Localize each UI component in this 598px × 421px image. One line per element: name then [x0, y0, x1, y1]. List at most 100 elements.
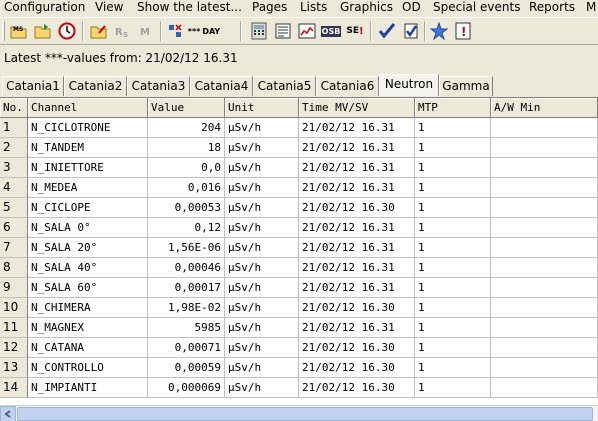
- row-number[interactable]: 7: [0, 238, 28, 258]
- dots-label: ***: [187, 26, 201, 36]
- mtp-cell: 1: [415, 358, 491, 378]
- table-row[interactable]: 4 N_MEDEA 0,016 µSv/h 21/02/12 16.31 1: [0, 178, 598, 198]
- tab-catania1[interactable]: Catania1: [2, 76, 64, 96]
- mtp-cell: 1: [415, 378, 491, 398]
- menu-special-events[interactable]: Special events: [433, 0, 520, 17]
- tab-catania4[interactable]: Catania4: [190, 76, 253, 96]
- menu-view[interactable]: View: [95, 0, 123, 17]
- table-row[interactable]: 5 N_CICLOPE 0,00053 µSv/h 21/02/12 16.30 1: [0, 198, 598, 218]
- tab-gamma[interactable]: Gamma: [439, 76, 493, 96]
- value-cell: 204: [148, 118, 225, 138]
- row-number[interactable]: 5: [0, 198, 28, 218]
- folder-edit-icon[interactable]: [88, 20, 110, 42]
- row-number[interactable]: 12: [0, 338, 28, 358]
- row-number[interactable]: 3: [0, 158, 28, 178]
- se-label: SE: [346, 26, 360, 36]
- open-mv-icon[interactable]: MS: [8, 20, 30, 42]
- channel-cell: N_TANDEM: [28, 138, 148, 158]
- time-cell: 21/02/12 16.31: [299, 118, 415, 138]
- calculator-icon[interactable]: [248, 20, 270, 42]
- row-number[interactable]: 9: [0, 278, 28, 298]
- row-number[interactable]: 8: [0, 258, 28, 278]
- scroll-left-button[interactable]: [0, 406, 16, 421]
- table-row[interactable]: 3 N_INIETTORE 0,0 µSv/h 21/02/12 16.31 1: [0, 158, 598, 178]
- menu-graphics[interactable]: Graphics: [340, 0, 393, 17]
- tab-catania2[interactable]: Catania2: [64, 76, 127, 96]
- col-mtp[interactable]: MTP: [415, 98, 491, 118]
- osb-button[interactable]: OSB: [320, 20, 342, 42]
- svg-text:MS: MS: [13, 26, 23, 33]
- row-number[interactable]: 11: [0, 318, 28, 338]
- col-no[interactable]: No.: [0, 98, 28, 118]
- row-number[interactable]: 1: [0, 118, 28, 138]
- day-button[interactable]: *** DAY: [187, 20, 220, 42]
- scroll-thumb[interactable]: [17, 407, 593, 421]
- col-aw-min[interactable]: A/W Min: [491, 98, 598, 118]
- table-row[interactable]: 7 N_SALA 20° 1,56E-06 µSv/h 21/02/12 16.31 1: [0, 238, 598, 258]
- se-button[interactable]: SE!: [344, 20, 366, 42]
- table-row[interactable]: 12 N_CATANA 0,00071 µSv/h 21/02/12 16.30 1: [0, 338, 598, 358]
- time-cell: 21/02/12 16.30: [299, 378, 415, 398]
- table-row[interactable]: 13 N_CONTROLLO 0,00059 µSv/h 21/02/12 16.30 1: [0, 358, 598, 378]
- tab-catania6[interactable]: Catania6: [316, 76, 379, 96]
- row-number[interactable]: 10: [0, 298, 28, 318]
- row-number[interactable]: 4: [0, 178, 28, 198]
- table-row[interactable]: 6 N_SALA 0° 0,12 µSv/h 21/02/12 16.31 1: [0, 218, 598, 238]
- row-number[interactable]: 14: [0, 378, 28, 398]
- toolbar-separator: [370, 21, 372, 41]
- check-user-icon[interactable]: [376, 20, 398, 42]
- svg-text:S: S: [123, 31, 128, 39]
- grid-x-icon[interactable]: [165, 20, 187, 42]
- mtp-cell: 1: [415, 278, 491, 298]
- row-number[interactable]: 6: [0, 218, 28, 238]
- value-cell: 0,00071: [148, 338, 225, 358]
- aw-min-cell: [491, 358, 598, 378]
- unit-cell: µSv/h: [225, 218, 299, 238]
- menu-show-latest[interactable]: Show the latest...: [137, 0, 242, 17]
- table-row[interactable]: 11 N_MAGNEX 5985 µSv/h 21/02/12 16.31 1: [0, 318, 598, 338]
- menu-pages[interactable]: Pages: [252, 0, 287, 17]
- clock-icon[interactable]: [56, 20, 78, 42]
- check-document-icon[interactable]: [400, 20, 422, 42]
- row-number[interactable]: 2: [0, 138, 28, 158]
- open-folder-icon[interactable]: [32, 20, 54, 42]
- aw-min-cell: [491, 158, 598, 178]
- menu-more[interactable]: M: [586, 0, 596, 17]
- col-value[interactable]: Value: [148, 98, 225, 118]
- col-channel[interactable]: Channel: [28, 98, 148, 118]
- menu-reports[interactable]: Reports: [529, 0, 575, 17]
- table-row[interactable]: 1 N_CICLOTRONE 204 µSv/h 21/02/12 16.31 1: [0, 118, 598, 138]
- tab-catania3[interactable]: Catania3: [127, 76, 190, 96]
- unit-cell: µSv/h: [225, 338, 299, 358]
- table-row[interactable]: 14 N_IMPIANTI 0,000069 µSv/h 21/02/12 16.30 1: [0, 378, 598, 398]
- menu-lists[interactable]: Lists: [300, 0, 327, 17]
- mtp-cell: 1: [415, 178, 491, 198]
- chart-icon[interactable]: [296, 20, 318, 42]
- col-time[interactable]: Time MV/SV: [299, 98, 415, 118]
- col-unit[interactable]: Unit: [225, 98, 299, 118]
- channel-cell: N_SALA 20°: [28, 238, 148, 258]
- table-row[interactable]: 10 N_CHIMERA 1,98E-02 µSv/h 21/02/12 16.30 1: [0, 298, 598, 318]
- table-row[interactable]: 9 N_SALA 60° 0,00017 µSv/h 21/02/12 16.31 1: [0, 278, 598, 298]
- channel-cell: N_IMPIANTI: [28, 378, 148, 398]
- time-cell: 21/02/12 16.30: [299, 338, 415, 358]
- horizontal-scrollbar[interactable]: [0, 405, 598, 421]
- aw-min-cell: [491, 138, 598, 158]
- list-icon[interactable]: [272, 20, 294, 42]
- star-icon[interactable]: [428, 20, 450, 42]
- menu-configuration[interactable]: Configuration: [4, 0, 85, 17]
- value-cell: 0,00017: [148, 278, 225, 298]
- channel-cell: N_SALA 40°: [28, 258, 148, 278]
- toolbar-grip[interactable]: [2, 21, 5, 41]
- tab-catania5[interactable]: Catania5: [253, 76, 316, 96]
- table-row[interactable]: 2 N_TANDEM 18 µSv/h 21/02/12 16.31 1: [0, 138, 598, 158]
- menu-od[interactable]: OD: [402, 0, 421, 17]
- value-cell: 0,00053: [148, 198, 225, 218]
- tab-neutron[interactable]: Neutron: [379, 74, 439, 96]
- table-row[interactable]: 8 N_SALA 40° 0,00046 µSv/h 21/02/12 16.31 1: [0, 258, 598, 278]
- aw-min-cell: [491, 218, 598, 238]
- alert-document-icon[interactable]: !: [452, 20, 474, 42]
- aw-min-cell: [491, 378, 598, 398]
- values-table[interactable]: No. Channel Value Unit Time MV/SV MTP A/…: [0, 97, 598, 405]
- row-number[interactable]: 13: [0, 358, 28, 378]
